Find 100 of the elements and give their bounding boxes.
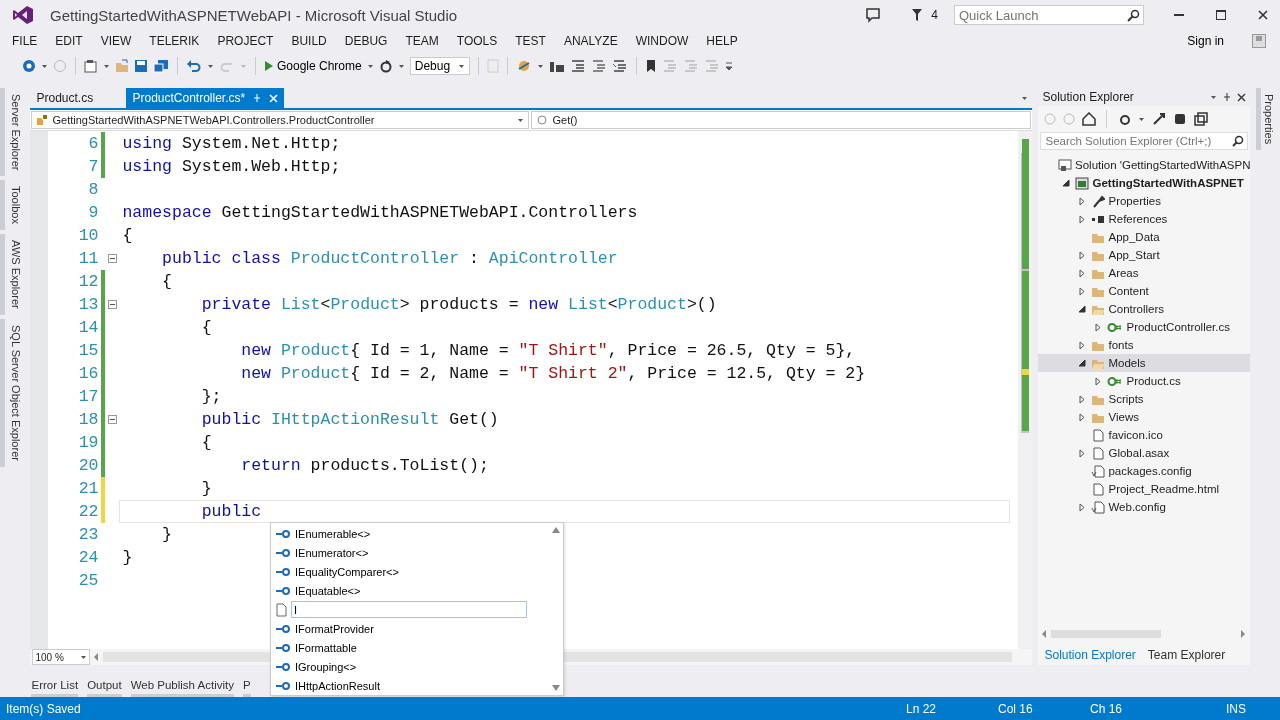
completion-item[interactable]: IHttpActionResult bbox=[271, 676, 549, 695]
scroll-left-icon[interactable] bbox=[94, 653, 100, 661]
tree-item[interactable]: Areas bbox=[1038, 264, 1251, 282]
tool-window-tab[interactable]: Properties bbox=[1256, 88, 1278, 151]
completion-item[interactable]: IEnumerable<> bbox=[271, 524, 549, 543]
expanded-arrow-icon[interactable] bbox=[1078, 305, 1087, 313]
completion-item[interactable]: IGrouping<> bbox=[271, 657, 549, 676]
menu-item[interactable]: HELP bbox=[706, 32, 746, 50]
scroll-right-icon[interactable] bbox=[1241, 630, 1247, 638]
code-line: public IHttpActionResult Get() bbox=[200, 409, 499, 430]
align-icon[interactable] bbox=[548, 59, 565, 73]
refresh-icon[interactable] bbox=[378, 59, 393, 73]
member-dropdown[interactable]: Get() bbox=[531, 111, 1032, 129]
start-debugging-button[interactable]: Google Chrome bbox=[264, 59, 362, 73]
zoom-dropdown[interactable]: 100 % bbox=[32, 649, 91, 665]
tree-item[interactable]: App_Data bbox=[1038, 228, 1251, 246]
tree-item[interactable]: Product.cs bbox=[1038, 372, 1251, 390]
menu-item[interactable]: TEST bbox=[515, 32, 554, 50]
line-number: 25 bbox=[77, 571, 99, 590]
menu-item[interactable]: EDIT bbox=[55, 32, 91, 50]
tree-item[interactable]: packages.config bbox=[1038, 462, 1251, 480]
properties-icon[interactable] bbox=[1173, 112, 1188, 126]
undo-icon[interactable] bbox=[186, 59, 202, 73]
menu-item[interactable]: BUILD bbox=[291, 32, 335, 50]
expanded-arrow-icon[interactable] bbox=[1062, 179, 1071, 187]
code-line: { bbox=[200, 432, 212, 453]
collapse-all-icon[interactable] bbox=[1152, 112, 1167, 126]
home-icon[interactable] bbox=[1082, 112, 1097, 126]
tree-item[interactable]: Views bbox=[1038, 408, 1251, 426]
tree-item[interactable]: Global.asax bbox=[1038, 444, 1251, 462]
tree-item[interactable]: Solution 'GettingStartedWithASPN bbox=[1038, 156, 1251, 174]
scroll-left-icon[interactable] bbox=[1042, 630, 1048, 638]
comment-icon[interactable] bbox=[590, 59, 607, 73]
collapse-icon[interactable] bbox=[107, 300, 117, 309]
close-icon[interactable] bbox=[1237, 92, 1247, 102]
completion-item[interactable]: IFormattable bbox=[271, 638, 549, 657]
menu-item[interactable]: TELERIK bbox=[149, 32, 208, 50]
tree-item[interactable]: Content bbox=[1038, 282, 1251, 300]
completion-item[interactable]: IEqualityComparer<> bbox=[271, 562, 549, 581]
horizontal-scrollbar[interactable] bbox=[1051, 630, 1162, 638]
collapsed-arrow-icon[interactable] bbox=[1078, 502, 1087, 512]
completion-item[interactable]: IEquatable<> bbox=[271, 581, 549, 600]
overflow-icon[interactable] bbox=[724, 60, 733, 72]
menu-item[interactable]: ANALYZE bbox=[563, 32, 626, 50]
sign-in-link[interactable]: Sign in bbox=[1181, 33, 1230, 49]
show-all-files-icon[interactable] bbox=[1194, 112, 1209, 126]
uncomment-icon[interactable] bbox=[611, 59, 628, 73]
code-line: namespace GettingStartedWithASPNETWebAPI.Controllers bbox=[122, 202, 638, 223]
quick-launch-field[interactable]: Quick Launch bbox=[954, 5, 1144, 25]
expanded-arrow-icon[interactable] bbox=[1078, 359, 1087, 367]
scroll-up-icon[interactable] bbox=[552, 527, 560, 533]
minimize-icon bbox=[1174, 14, 1184, 16]
menu-item[interactable]: WINDOW bbox=[635, 32, 697, 50]
save-icon[interactable] bbox=[134, 59, 148, 73]
completion-item[interactable]: IFormatProvider bbox=[271, 619, 549, 638]
document-tab[interactable]: Product.cs bbox=[30, 88, 127, 108]
tree-item[interactable]: Models bbox=[1038, 354, 1251, 372]
sync-icon[interactable] bbox=[1117, 112, 1132, 126]
class-icon bbox=[36, 114, 49, 126]
tree-item[interactable]: GettingStartedWithASPNET bbox=[1038, 174, 1251, 192]
search-field[interactable]: Search Solution Explorer (Ctrl+;) bbox=[1040, 132, 1249, 150]
menu-item[interactable]: DEBUG bbox=[344, 32, 396, 50]
type-dropdown[interactable]: GettingStartedWithASPNETWebAPI.Controllers.ProductController bbox=[31, 111, 530, 129]
save-all-icon[interactable] bbox=[153, 59, 169, 73]
method-icon bbox=[536, 114, 549, 126]
line-number: 12 bbox=[77, 272, 99, 291]
menu-item[interactable]: PROJECT bbox=[217, 32, 282, 50]
pin-icon[interactable] bbox=[1223, 92, 1232, 102]
tree-item[interactable]: Controllers bbox=[1038, 300, 1251, 318]
tree-item[interactable]: App_Start bbox=[1038, 246, 1251, 264]
new-project-icon[interactable] bbox=[84, 59, 98, 73]
tree-item[interactable]: References bbox=[1038, 210, 1251, 228]
tree-item[interactable]: Scripts bbox=[1038, 390, 1251, 408]
collapsed-arrow-icon[interactable] bbox=[1078, 448, 1087, 458]
menu-item[interactable]: TEAM bbox=[405, 32, 447, 50]
configuration-dropdown[interactable]: Debug bbox=[409, 57, 470, 75]
interface-icon bbox=[275, 642, 291, 653]
menu-item[interactable]: TOOLS bbox=[456, 32, 506, 50]
tree-item[interactable]: ProductController.cs bbox=[1038, 318, 1251, 336]
feedback-icon[interactable] bbox=[865, 7, 882, 23]
line-number: 8 bbox=[87, 180, 99, 199]
bookmark-icon[interactable] bbox=[644, 59, 657, 73]
tree-item[interactable]: favicon.ico bbox=[1038, 426, 1251, 444]
scroll-down-icon[interactable] bbox=[552, 685, 560, 691]
collapse-icon[interactable] bbox=[107, 415, 117, 424]
menu-item[interactable]: VIEW bbox=[100, 32, 140, 50]
collapse-icon[interactable] bbox=[107, 254, 117, 263]
file-icon bbox=[1091, 482, 1106, 496]
indent-icon[interactable] bbox=[569, 59, 586, 73]
panel-tab[interactable]: Team Explorer bbox=[1145, 646, 1228, 664]
interface-icon bbox=[275, 547, 291, 558]
tree-item[interactable]: fonts bbox=[1038, 336, 1251, 354]
completion-item[interactable]: IEnumerator<> bbox=[271, 543, 549, 562]
vertical-scrollbar[interactable] bbox=[1018, 131, 1033, 649]
tree-item[interactable]: Properties bbox=[1038, 192, 1251, 210]
tree-item[interactable]: Web.config bbox=[1038, 498, 1251, 516]
menu-item[interactable]: FILE bbox=[12, 32, 46, 50]
back-icon[interactable] bbox=[22, 59, 36, 73]
code-line: public class ProductController : ApiController bbox=[161, 248, 618, 269]
tree-item[interactable]: Project_Readme.html bbox=[1038, 480, 1251, 498]
